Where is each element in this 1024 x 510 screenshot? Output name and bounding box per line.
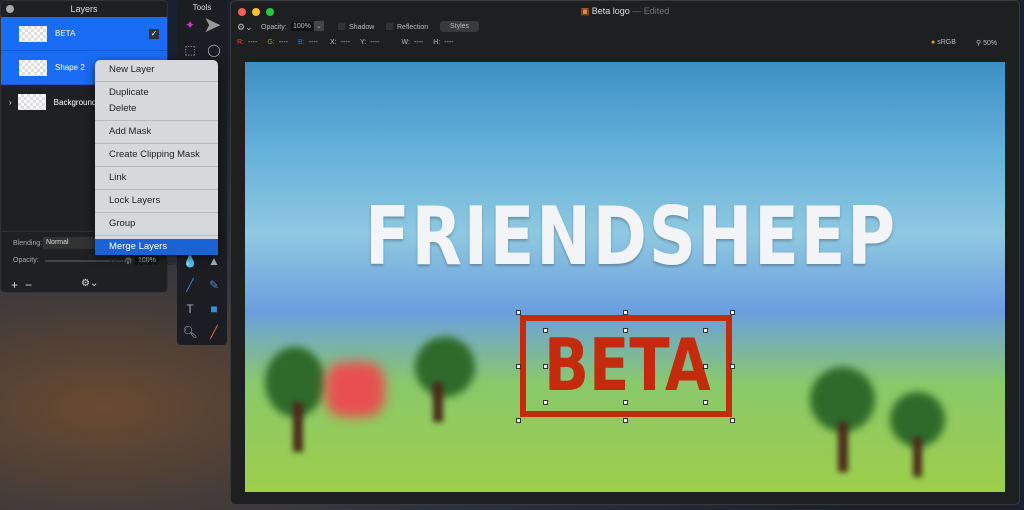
x-value: ---- xyxy=(340,39,350,46)
selection-handle[interactable] xyxy=(543,400,548,405)
styles-button[interactable]: Styles xyxy=(440,21,480,32)
selection-handle[interactable] xyxy=(516,364,521,369)
menu-item-delete[interactable]: Delete xyxy=(95,101,218,117)
info-bar: R: ---- G: ---- B: ---- X: ---- Y: ---- W: ---… xyxy=(237,39,454,46)
r-label: R: xyxy=(237,39,244,46)
selection-handle[interactable] xyxy=(543,328,548,333)
disclosure-chevron-icon[interactable]: › xyxy=(9,98,12,107)
opacity-label: Opacity: xyxy=(13,257,39,264)
panel-title: Layers xyxy=(70,4,98,14)
gear-icon[interactable]: ⚙⌄ xyxy=(237,22,253,33)
document-icon: ▣ xyxy=(580,6,590,16)
menu-item-link[interactable]: Link xyxy=(95,170,218,186)
tree xyxy=(415,337,475,397)
edited-status: — Edited xyxy=(632,6,670,16)
menu-item-duplicate[interactable]: Duplicate xyxy=(95,85,218,101)
close-icon[interactable] xyxy=(6,5,14,13)
selection-handle[interactable] xyxy=(543,364,548,369)
reflection-checkbox[interactable] xyxy=(386,23,393,30)
pencil-icon[interactable]: ╱ xyxy=(181,278,199,292)
selection-handle[interactable] xyxy=(516,310,521,315)
menu-item-create-clipping-mask[interactable]: Create Clipping Mask xyxy=(95,147,218,163)
image-canvas[interactable]: FRIENDSHEEP BETA xyxy=(245,62,1005,492)
colorspace-icon: ● xyxy=(931,39,936,46)
layer-name: BETA xyxy=(55,29,76,38)
zoom-icon: ⚲ xyxy=(976,40,982,47)
layer-thumbnail xyxy=(19,25,47,42)
g-label: G: xyxy=(267,39,275,46)
arrow-cursor-icon[interactable]: ➤ xyxy=(203,12,221,38)
selection-handle[interactable] xyxy=(730,418,735,423)
barn xyxy=(325,362,385,417)
layer-name: Background xyxy=(53,97,97,107)
text-tool-icon[interactable]: T xyxy=(181,302,199,316)
shape-tool-icon[interactable]: ■ xyxy=(205,302,223,316)
selection-handle[interactable] xyxy=(623,328,628,333)
layer-name: Shape 2 xyxy=(55,63,85,72)
remove-layer-button[interactable]: − xyxy=(25,278,32,292)
selection-handle[interactable] xyxy=(623,418,628,423)
tree-trunk xyxy=(433,382,443,422)
magic-wand-icon[interactable]: ✦ xyxy=(181,18,199,32)
shadow-label: Shadow xyxy=(349,24,375,31)
eyedropper-icon[interactable]: ╱ xyxy=(205,325,223,339)
selection-handle[interactable] xyxy=(703,400,708,405)
y-value: ---- xyxy=(370,39,380,46)
menu-item-merge-all-layers[interactable]: Merge All Layers xyxy=(95,255,218,271)
b-label: B: xyxy=(298,39,305,46)
b-value: ---- xyxy=(308,39,318,46)
context-menu: New Layer Duplicate Delete Add Mask Crea… xyxy=(95,60,218,268)
selection-handle[interactable] xyxy=(730,310,735,315)
blending-select[interactable]: Normal xyxy=(43,237,103,249)
blending-label: Blending: xyxy=(13,240,43,247)
opacity-dropdown[interactable]: ⌄ xyxy=(314,21,324,31)
tree-trunk xyxy=(913,437,922,477)
g-value: ---- xyxy=(278,39,289,46)
w-label: W: xyxy=(401,39,410,46)
layer-thumbnail xyxy=(19,59,47,76)
zoom-level[interactable]: 50% xyxy=(983,40,997,47)
r-value: ---- xyxy=(248,39,258,46)
colorspace-label[interactable]: sRGB xyxy=(937,39,956,46)
selection-handle[interactable] xyxy=(703,328,708,333)
h-value: ---- xyxy=(444,39,454,46)
selection-handle[interactable] xyxy=(623,310,628,315)
rect-select-icon[interactable]: ⬚ xyxy=(181,43,199,57)
window-title: Beta logo xyxy=(591,6,630,16)
menu-item-lock-layers[interactable]: Lock Layers xyxy=(95,193,218,209)
y-label: Y: xyxy=(359,39,367,46)
shadow-checkbox[interactable] xyxy=(338,23,345,30)
tree-trunk xyxy=(838,422,848,472)
beta-text: BETA xyxy=(544,323,711,407)
layer-thumbnail xyxy=(17,94,46,110)
x-label: X: xyxy=(330,39,337,46)
gear-icon[interactable]: ⚙⌄ xyxy=(81,278,98,289)
pen-icon[interactable]: ✎ xyxy=(205,278,223,292)
menu-item-merge-layers[interactable]: Merge Layers xyxy=(95,239,218,255)
menu-item-new-layer[interactable]: New Layer xyxy=(95,62,218,78)
zoom-tool-icon[interactable]: 🔍︎ xyxy=(181,325,199,339)
selection-handle[interactable] xyxy=(703,364,708,369)
selection-handle[interactable] xyxy=(623,400,628,405)
opacity-label: Opacity: xyxy=(261,24,287,31)
reflection-label: Reflection xyxy=(397,24,429,31)
menu-item-add-mask[interactable]: Add Mask xyxy=(95,124,218,140)
ellipse-select-icon[interactable]: ◯ xyxy=(205,43,223,57)
menu-item-group[interactable]: Group xyxy=(95,216,218,232)
layer-row[interactable]: BETA ✓ xyxy=(1,17,167,51)
selection-handle[interactable] xyxy=(516,418,521,423)
h-label: H: xyxy=(433,39,441,46)
visibility-checkbox[interactable]: ✓ xyxy=(149,28,159,39)
add-layer-button[interactable]: + xyxy=(11,278,18,292)
opacity-field[interactable]: 100% xyxy=(291,22,313,31)
tree-trunk xyxy=(293,402,303,452)
selection-handle[interactable] xyxy=(730,364,735,369)
w-value: ---- xyxy=(413,39,424,46)
headline-text: FRIENDSHEEP xyxy=(365,190,897,283)
